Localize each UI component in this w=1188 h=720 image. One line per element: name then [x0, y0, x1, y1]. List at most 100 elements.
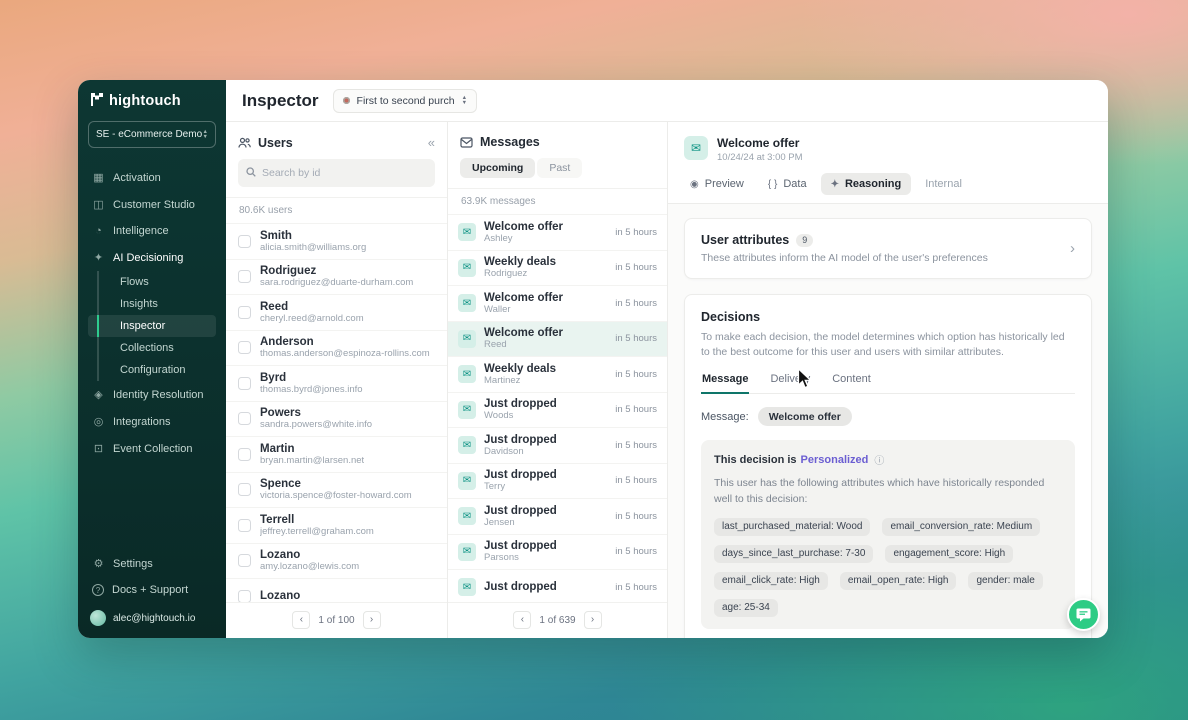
message-list-item[interactable]: ✉ Weekly deals Martinez in 5 hours [448, 356, 667, 392]
user-checkbox[interactable] [238, 377, 251, 390]
user-email: victoria.spence@foster-howard.com [260, 490, 412, 501]
user-name: Rodriguez [260, 265, 413, 277]
detail-tab[interactable]: ◉ Preview [680, 173, 754, 195]
sidebar-sub-item[interactable]: Collections [88, 337, 216, 359]
detail-tab[interactable]: Internal [915, 173, 972, 195]
next-page-button[interactable]: › [363, 611, 381, 629]
user-checkbox[interactable] [238, 235, 251, 248]
sidebar-item[interactable]: ◎ Integrations [88, 408, 216, 435]
collapse-panel-button[interactable]: « [428, 135, 435, 150]
user-name: Martin [260, 443, 364, 455]
next-page-button[interactable]: › [584, 611, 602, 629]
user-checkbox[interactable] [238, 519, 251, 532]
message-list-item[interactable]: ✉ Welcome offer Waller in 5 hours [448, 285, 667, 321]
workspace-selector[interactable]: SE - eCommerce Demo ▲▼ [88, 121, 216, 148]
user-checkbox[interactable] [238, 306, 251, 319]
sidebar-footer-item[interactable]: ⚙ Settings [88, 550, 216, 577]
customer-studio-icon: ◫ [92, 198, 105, 211]
message-list-item[interactable]: ✉ Weekly deals Rodriguez in 5 hours [448, 250, 667, 286]
message-time: in 5 hours [615, 404, 657, 415]
decisions-tab[interactable]: Delivery [769, 373, 811, 394]
chat-support-button[interactable] [1067, 598, 1100, 631]
user-checkbox[interactable] [238, 341, 251, 354]
users-list: Smith alicia.smith@williams.org Rodrigue… [226, 223, 447, 602]
user-list-item[interactable]: Lozano [226, 578, 447, 602]
flow-selector[interactable]: First to second purch ▲▼ [333, 89, 478, 113]
message-envelope-icon: ✉ [458, 330, 476, 348]
search-input[interactable] [262, 167, 427, 179]
message-value-pill: Welcome offer [758, 407, 852, 426]
message-list-item[interactable]: ✉ Welcome offer Reed in 5 hours [448, 321, 667, 357]
sidebar-sub-item[interactable]: Inspector [88, 315, 216, 337]
users-panel-title: Users [258, 136, 293, 150]
user-search[interactable] [238, 159, 435, 187]
message-list-item[interactable]: ✉ Just dropped Davidson in 5 hours [448, 427, 667, 463]
logo-text: hightouch [109, 93, 181, 109]
user-list-item[interactable]: Smith alicia.smith@williams.org [226, 223, 447, 259]
messages-tab[interactable]: Past [537, 158, 582, 178]
braces-icon: { } [768, 179, 777, 190]
message-envelope-icon: ✉ [458, 436, 476, 454]
user-list-item[interactable]: Martin bryan.martin@larsen.net [226, 436, 447, 472]
user-checkbox[interactable] [238, 448, 251, 461]
messages-tab[interactable]: Upcoming [460, 158, 535, 178]
sidebar-item[interactable]: ◫ Customer Studio [88, 191, 216, 218]
reasoning-prefix: This decision is [714, 454, 797, 466]
detail-tab-label: Preview [705, 178, 744, 190]
detail-tab[interactable]: ✦ Reasoning [821, 173, 912, 195]
sidebar-item[interactable]: ✦ AI Decisioning [88, 244, 216, 271]
user-checkbox[interactable] [238, 270, 251, 283]
user-list-item[interactable]: Rodriguez sara.rodriguez@duarte-durham.c… [226, 259, 447, 295]
user-checkbox[interactable] [238, 483, 251, 496]
user-checkbox[interactable] [238, 412, 251, 425]
user-list-item[interactable]: Lozano amy.lozano@lewis.com [226, 543, 447, 579]
user-list-item[interactable]: Spence victoria.spence@foster-howard.com [226, 472, 447, 508]
message-list-item[interactable]: ✉ Just dropped Woods in 5 hours [448, 392, 667, 428]
user-email: bryan.martin@larsen.net [260, 455, 364, 466]
message-time: in 5 hours [615, 440, 657, 451]
message-time: in 5 hours [615, 582, 657, 593]
sidebar-item[interactable]: ◔ Intelligence [88, 218, 216, 244]
user-list-item[interactable]: Byrd thomas.byrd@jones.info [226, 365, 447, 401]
user-checkbox[interactable] [238, 554, 251, 567]
eye-icon: ◉ [690, 179, 699, 190]
message-list-item[interactable]: ✉ Just dropped in 5 hours [448, 569, 667, 602]
flow-selector-value: First to second purch [357, 95, 455, 107]
attribute-pill: days_since_last_purchase: 7-30 [714, 545, 873, 563]
message-envelope-icon: ✉ [684, 136, 708, 160]
users-icon [238, 137, 251, 149]
sidebar-sub-item[interactable]: Configuration [88, 359, 216, 381]
user-list-item[interactable]: Powers sandra.powers@white.info [226, 401, 447, 437]
info-icon[interactable]: ⓘ [874, 452, 884, 467]
user-checkbox[interactable] [238, 590, 251, 602]
user-name: Reed [260, 301, 364, 313]
sidebar-item[interactable]: ◈ Identity Resolution [88, 381, 216, 408]
sidebar-footer-item[interactable]: ? Docs + Support [88, 577, 216, 603]
sidebar-footer: ⚙ Settings ? Docs + Support alec@hightou… [88, 550, 216, 626]
message-recipient: Ashley [484, 233, 607, 244]
message-list-item[interactable]: ✉ Just dropped Terry in 5 hours [448, 463, 667, 499]
sidebar-sub-item-label: Collections [120, 342, 174, 354]
sidebar-sub-item[interactable]: Insights [88, 293, 216, 315]
user-list-item[interactable]: Reed cheryl.reed@arnold.com [226, 294, 447, 330]
message-list-item[interactable]: ✉ Just dropped Jensen in 5 hours [448, 498, 667, 534]
message-list-item[interactable]: ✉ Welcome offer Ashley in 5 hours [448, 214, 667, 250]
message-title: Just dropped [484, 434, 607, 446]
detail-tab[interactable]: { } Data [758, 173, 817, 195]
prev-page-button[interactable]: ‹ [292, 611, 310, 629]
message-list-item[interactable]: ✉ Just dropped Parsons in 5 hours [448, 534, 667, 570]
sidebar-item[interactable]: ⊡ Event Collection [88, 435, 216, 462]
decisions-tab[interactable]: Message [701, 373, 749, 394]
message-time: in 5 hours [615, 227, 657, 238]
account-button[interactable]: alec@hightouch.io [88, 603, 216, 626]
workspace-name: SE - eCommerce Demo [96, 129, 202, 140]
user-list-item[interactable]: Anderson thomas.anderson@espinoza-rollin… [226, 330, 447, 366]
activation-icon: ▦ [92, 171, 105, 184]
sidebar-item-label: Customer Studio [113, 199, 195, 211]
sidebar-sub-item[interactable]: Flows [88, 271, 216, 293]
prev-page-button[interactable]: ‹ [513, 611, 531, 629]
user-list-item[interactable]: Terrell jeffrey.terrell@graham.com [226, 507, 447, 543]
user-attributes-card[interactable]: User attributes 9 These attributes infor… [684, 218, 1092, 279]
decisions-tab[interactable]: Content [831, 373, 872, 394]
sidebar-item[interactable]: ▦ Activation [88, 164, 216, 191]
